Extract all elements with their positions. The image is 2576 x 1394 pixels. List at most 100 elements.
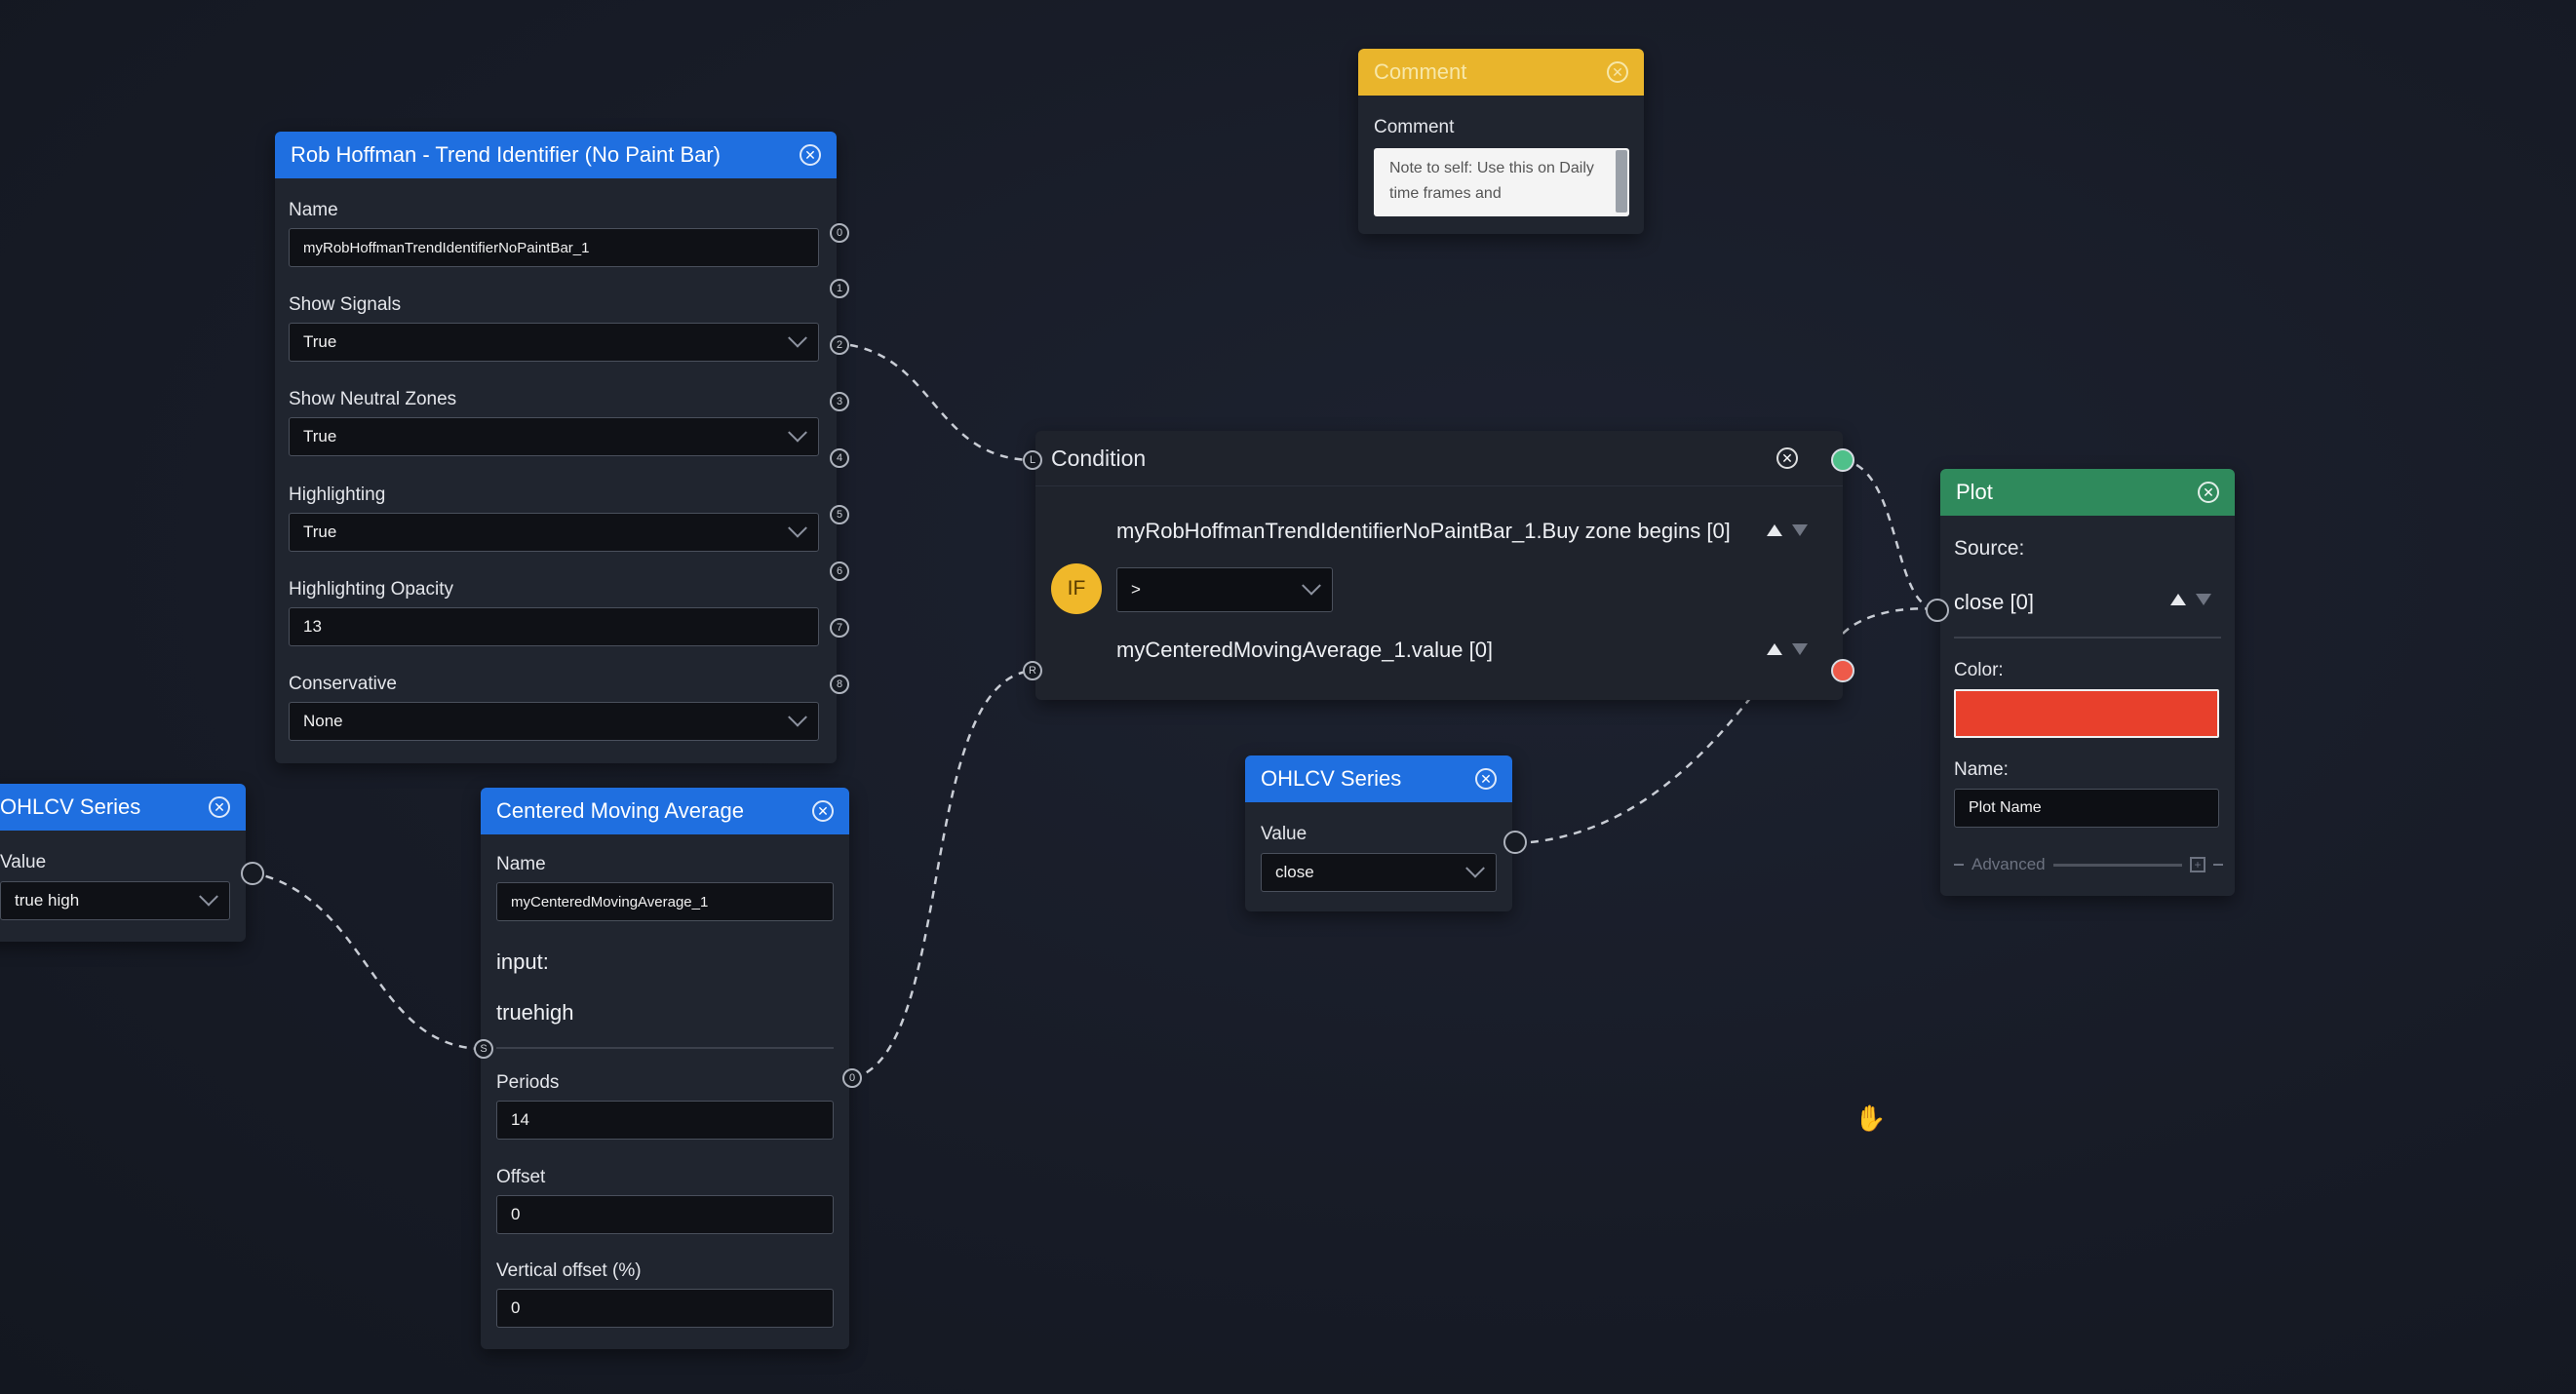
chevron-down-icon (788, 707, 807, 727)
move-down-icon[interactable] (1792, 643, 1808, 655)
color-label: Color: (1954, 660, 2004, 680)
trend-identifier-node[interactable]: Rob Hoffman - Trend Identifier (No Paint… (275, 132, 837, 763)
right-operand-sort[interactable] (1767, 643, 1808, 655)
condition-input-port-right[interactable]: R (1023, 661, 1042, 680)
plot-header[interactable]: Plot ✕ (1940, 469, 2235, 516)
chevron-down-icon (788, 328, 807, 348)
show-neutral-zones-value: True (303, 427, 337, 445)
ohlcv-series-node-left[interactable]: OHLCV Series ✕ Value true high (0, 784, 246, 942)
move-up-icon[interactable] (1767, 643, 1782, 655)
name-input[interactable]: myRobHoffmanTrendIdentifierNoPaintBar_1 (289, 228, 819, 267)
highlighting-opacity-label: Highlighting Opacity (289, 579, 453, 600)
plot-title: Plot (1956, 480, 1993, 504)
cma-vertical-offset-label: Vertical offset (%) (496, 1260, 642, 1281)
ohlcv-left-title: OHLCV Series (0, 794, 141, 819)
output-port-0[interactable]: 0 (830, 223, 849, 243)
move-up-icon[interactable] (2170, 594, 2186, 605)
close-icon[interactable]: ✕ (1776, 447, 1798, 469)
operator-value: > (1131, 580, 1141, 599)
output-port-4[interactable]: 4 (830, 448, 849, 468)
ohlcv-mid-header[interactable]: OHLCV Series ✕ (1245, 755, 1512, 802)
cma-vertical-offset-value: 0 (511, 1298, 521, 1317)
cma-input-value[interactable]: truehigh (496, 1000, 574, 1026)
close-icon[interactable]: ✕ (209, 796, 230, 818)
ohlcv-mid-output-port[interactable] (1503, 831, 1527, 854)
condition-true-port[interactable] (1831, 448, 1854, 472)
highlighting-select[interactable]: True (289, 513, 819, 552)
comment-node-title: Comment (1374, 59, 1467, 84)
highlighting-opacity-value: 13 (303, 617, 322, 636)
cma-offset-value: 0 (511, 1205, 521, 1223)
color-swatch[interactable] (1954, 689, 2219, 738)
close-icon[interactable]: ✕ (812, 800, 834, 822)
cma-name-input[interactable]: myCenteredMovingAverage_1 (496, 882, 834, 921)
left-operand-sort[interactable] (1767, 524, 1808, 536)
cma-name-label: Name (496, 854, 546, 874)
expand-icon[interactable]: + (2190, 857, 2205, 872)
cma-output-port[interactable]: 0 (842, 1068, 862, 1088)
ohlcv-series-node-mid[interactable]: OHLCV Series ✕ Value close (1245, 755, 1512, 911)
advanced-toggle[interactable]: Advanced + (1954, 855, 2223, 874)
right-operand[interactable]: myCenteredMovingAverage_1.value [0] (1116, 638, 1493, 663)
output-port-7[interactable]: 7 (830, 618, 849, 638)
left-operand[interactable]: myRobHoffmanTrendIdentifierNoPaintBar_1.… (1116, 519, 1731, 544)
cma-periods-input[interactable]: 14 (496, 1101, 834, 1140)
condition-header[interactable]: Condition ✕ (1035, 431, 1843, 486)
show-neutral-zones-select[interactable]: True (289, 417, 819, 456)
trend-identifier-header[interactable]: Rob Hoffman - Trend Identifier (No Paint… (275, 132, 837, 178)
close-icon[interactable]: ✕ (1475, 768, 1497, 790)
condition-input-port-left[interactable]: L (1023, 450, 1042, 470)
source-sort[interactable] (2170, 594, 2211, 605)
output-port-5[interactable]: 5 (830, 505, 849, 524)
ohlcv-left-value-select[interactable]: true high (0, 881, 230, 920)
cma-periods-label: Periods (496, 1072, 560, 1093)
comment-node-header[interactable]: Comment ✕ (1358, 49, 1644, 96)
show-signals-select[interactable]: True (289, 323, 819, 362)
cma-name-value: myCenteredMovingAverage_1 (511, 893, 709, 910)
move-up-icon[interactable] (1767, 524, 1782, 536)
conservative-value: None (303, 712, 343, 730)
ohlcv-mid-value-label: Value (1261, 824, 1308, 844)
cma-header[interactable]: Centered Moving Average ✕ (481, 788, 849, 834)
cma-offset-input[interactable]: 0 (496, 1195, 834, 1234)
plot-node[interactable]: Plot ✕ Source: close [0] Color: Name: Pl… (1940, 469, 2235, 896)
hand-cursor-icon: ✋ (1854, 1104, 1887, 1133)
comment-scrollbar[interactable] (1616, 150, 1627, 213)
cma-periods-value: 14 (511, 1110, 529, 1129)
move-down-icon[interactable] (2196, 594, 2211, 605)
output-port-2[interactable]: 2 (830, 335, 849, 355)
output-port-6[interactable]: 6 (830, 561, 849, 581)
condition-false-port[interactable] (1831, 659, 1854, 682)
centered-moving-average-node[interactable]: Centered Moving Average ✕ Name myCentere… (481, 788, 849, 1349)
operator-select[interactable]: > (1116, 567, 1333, 612)
close-icon[interactable]: ✕ (2198, 482, 2219, 503)
close-icon[interactable]: ✕ (1607, 61, 1628, 83)
condition-node[interactable]: Condition ✕ IF myRobHoffmanTrendIdentifi… (1035, 431, 1843, 700)
source-value[interactable]: close [0] (1954, 590, 2034, 615)
show-signals-label: Show Signals (289, 294, 402, 315)
close-icon[interactable]: ✕ (800, 144, 821, 166)
condition-title: Condition (1051, 445, 1147, 471)
conservative-select[interactable]: None (289, 702, 819, 741)
plot-source-port[interactable] (1926, 599, 1949, 622)
conservative-label: Conservative (289, 674, 397, 694)
move-down-icon[interactable] (1792, 524, 1808, 536)
chevron-down-icon (199, 886, 218, 907)
name-label: Name (289, 200, 338, 220)
output-port-3[interactable]: 3 (830, 392, 849, 411)
plot-name-input[interactable]: Plot Name (1954, 789, 2219, 828)
ohlcv-left-output-port[interactable] (241, 862, 264, 885)
output-port-1[interactable]: 1 (830, 279, 849, 298)
wire-ohlcv-to-cma (251, 871, 485, 1051)
cma-vertical-offset-input[interactable]: 0 (496, 1289, 834, 1328)
comment-node[interactable]: Comment ✕ Comment Note to self: Use this… (1358, 49, 1644, 234)
highlighting-opacity-input[interactable]: 13 (289, 607, 819, 646)
cma-input-port[interactable]: S (474, 1039, 493, 1059)
name-value: myRobHoffmanTrendIdentifierNoPaintBar_1 (303, 239, 590, 256)
ohlcv-mid-value-select[interactable]: close (1261, 853, 1497, 892)
output-port-8[interactable]: 8 (830, 675, 849, 694)
source-label: Source: (1954, 537, 2025, 560)
wire-plot-source (1842, 607, 1936, 635)
ohlcv-left-header[interactable]: OHLCV Series ✕ (0, 784, 246, 831)
comment-textarea[interactable]: Note to self: Use this on Daily time fra… (1374, 148, 1629, 216)
